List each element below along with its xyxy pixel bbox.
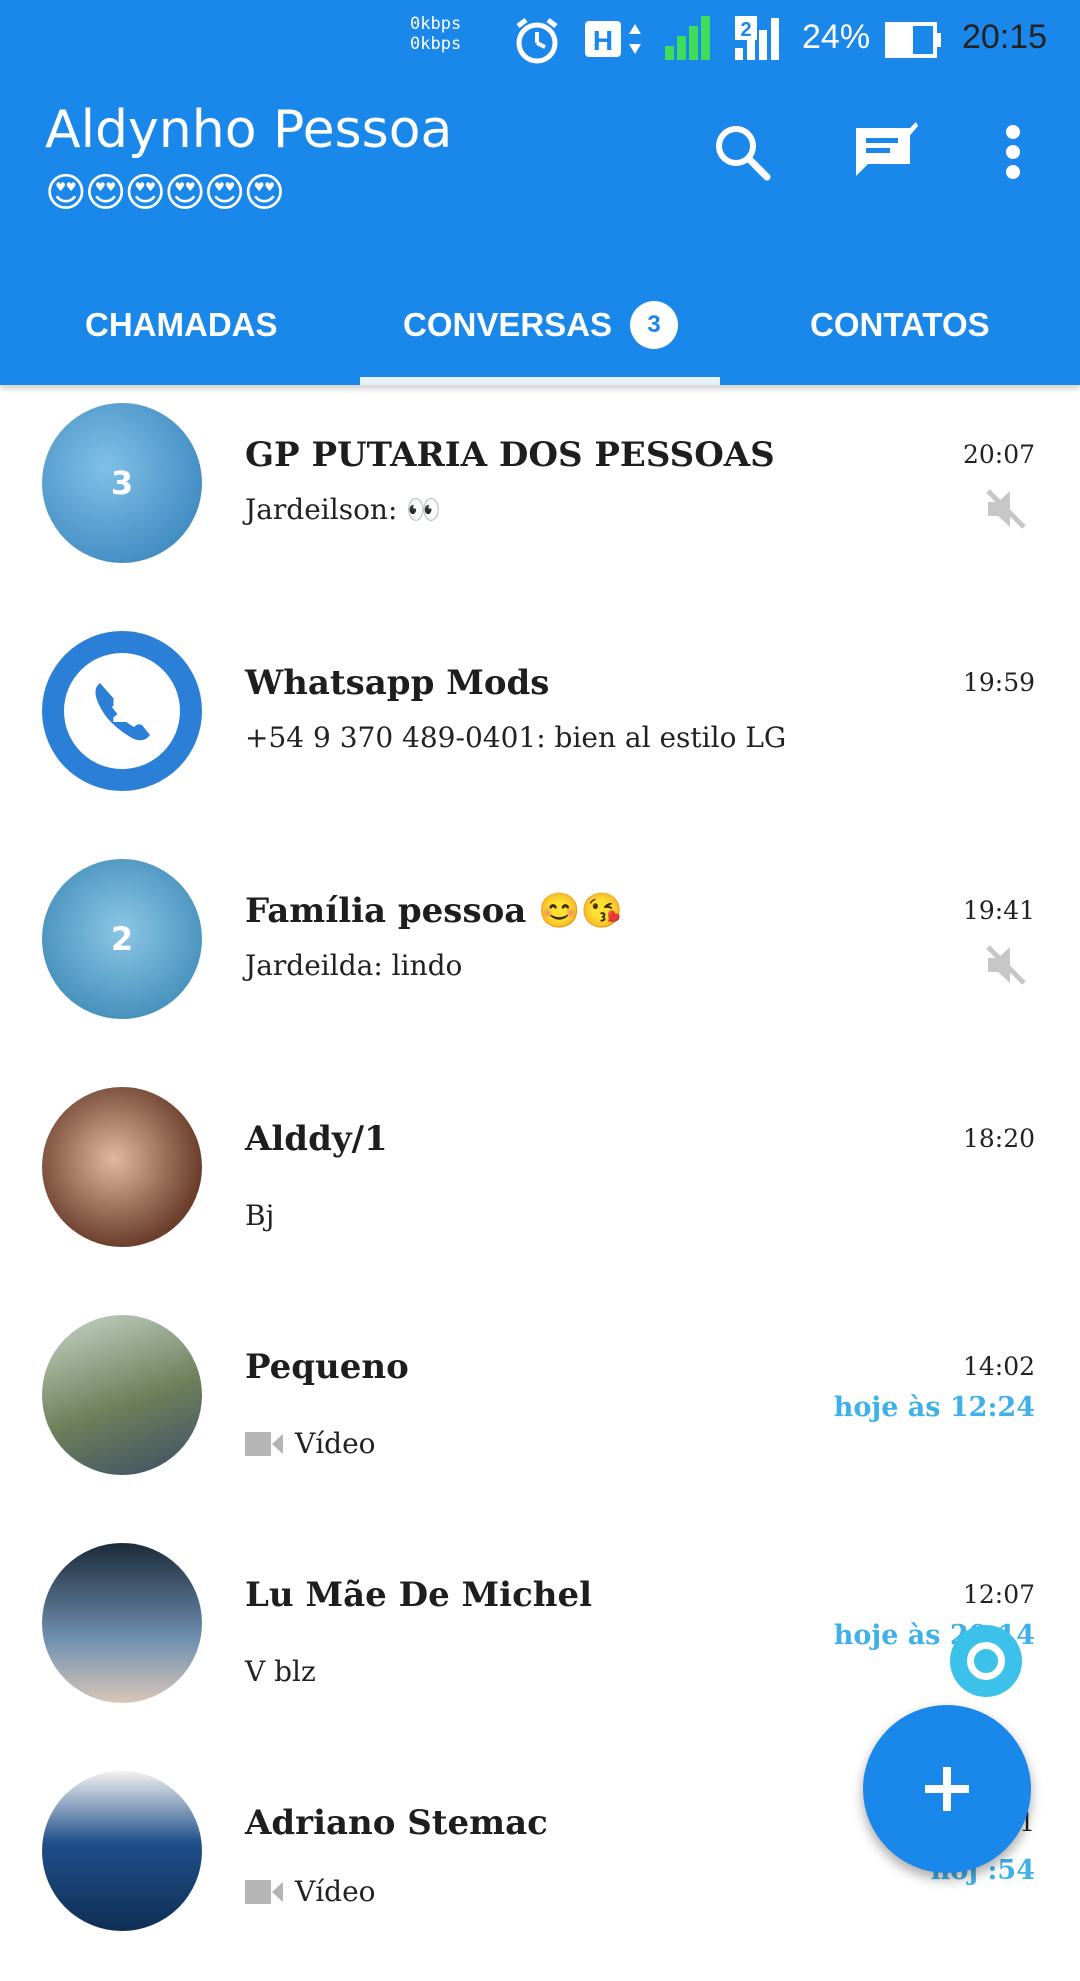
chat-preview: Vídeo [245, 1427, 376, 1460]
avatar[interactable] [42, 1315, 202, 1475]
unread-badge: 3 [630, 301, 679, 349]
chat-name: Pequeno [245, 1347, 409, 1387]
net-up: 0kbps [410, 14, 462, 34]
muted-icon [986, 489, 1026, 529]
video-icon [245, 1431, 283, 1456]
chat-row[interactable]: 3 GP PUTARIA DOS PESSOAS Jardeilson: 👀 2… [0, 385, 1080, 613]
new-chat-icon[interactable] [852, 122, 918, 182]
tab-contatos[interactable]: CONTATOS [810, 290, 990, 360]
chat-row[interactable]: 2 Whatsapp Mods +54 9 370 489-0401: bien… [0, 613, 1080, 841]
chat-name: GP PUTARIA DOS PESSOAS [245, 435, 775, 475]
chat-row[interactable]: 2 Família pessoa 😊😘 Jardeilda: lindo 19:… [0, 841, 1080, 1069]
battery-percent: 24% [802, 18, 871, 56]
chat-preview: V blz [245, 1655, 316, 1688]
status-bar: 0kbps 0kbps H 2 24% 20:15 [0, 0, 1080, 80]
unread-count: 2 [110, 920, 134, 958]
status-time: 20:15 [962, 18, 1048, 56]
tab-label: CONTATOS [810, 306, 990, 343]
signal-sim2-icon: 2 [735, 16, 779, 60]
tab-label: CONVERSAS [403, 306, 613, 343]
svg-text:2: 2 [740, 19, 751, 41]
floating-bubble[interactable] [950, 1625, 1022, 1697]
tab-conversas[interactable]: CONVERSAS 3 [403, 290, 679, 360]
chat-name: Adriano Stemac [245, 1803, 548, 1843]
tab-bar: CHAMADAS CONVERSAS 3 CONTATOS [0, 280, 1080, 385]
chat-time: 20:07 [962, 440, 1035, 469]
unread-count: 3 [110, 464, 134, 502]
avatar[interactable]: 3 [42, 403, 202, 563]
alarm-icon [516, 18, 558, 64]
chat-time: 19:59 [962, 668, 1035, 697]
tab-label: CHAMADAS [85, 306, 278, 343]
svg-text:H: H [593, 25, 613, 56]
ring-icon [967, 1642, 1005, 1680]
network-speed: 0kbps 0kbps [410, 14, 461, 54]
unread-count: 2 [110, 692, 134, 730]
tab-chamadas[interactable]: CHAMADAS [85, 290, 278, 360]
chat-time: 14:02 [962, 1352, 1035, 1381]
avatar[interactable] [42, 1087, 202, 1247]
page-title: Aldynho Pessoa [45, 100, 453, 160]
chat-name: Alddy/1 [245, 1119, 388, 1159]
chat-row[interactable]: Pequeno Vídeo 14:02 hoje às 12:24 [0, 1297, 1080, 1525]
tab-indicator [360, 377, 720, 385]
app-bar: 0kbps 0kbps H 2 24% 20:15 Aldynho Pessoa… [0, 0, 1080, 385]
chat-preview: Jardeilda: lindo [245, 949, 463, 982]
chat-time: 19:41 [962, 896, 1035, 925]
chat-name: Whatsapp Mods [245, 663, 550, 703]
chat-preview: Vídeo [245, 1875, 376, 1908]
avatar[interactable]: 2 [42, 631, 202, 791]
plus-icon [925, 1767, 969, 1811]
more-vert-icon[interactable] [998, 122, 1028, 182]
chat-name: Família pessoa 😊😘 [245, 891, 623, 931]
chat-time: 18:20 [962, 1124, 1035, 1153]
title-emojis: 😍😍😍😍😍😍 [45, 170, 285, 216]
video-icon [245, 1879, 283, 1904]
avatar[interactable] [42, 1771, 202, 1931]
avatar[interactable] [42, 1543, 202, 1703]
battery-icon [885, 22, 941, 58]
muted-icon [986, 945, 1026, 985]
new-conversation-fab[interactable] [863, 1705, 1031, 1873]
signal-sim1-icon [665, 16, 710, 60]
chat-preview: +54 9 370 489-0401: bien al estilo LG [245, 721, 787, 754]
chat-preview: Bj [245, 1199, 275, 1232]
avatar[interactable]: 2 [42, 859, 202, 1019]
network-type-icon: H [585, 21, 641, 57]
search-icon[interactable] [712, 122, 772, 182]
chat-row[interactable]: Alddy/1 Bj 18:20 [0, 1069, 1080, 1297]
net-down: 0kbps [410, 34, 462, 54]
scheduled-time: hoje às 12:24 [833, 1392, 1035, 1423]
chat-name: Lu Mãe De Michel [245, 1575, 593, 1615]
chat-preview: Jardeilson: 👀 [245, 493, 442, 526]
chat-time: 12:07 [962, 1580, 1035, 1609]
